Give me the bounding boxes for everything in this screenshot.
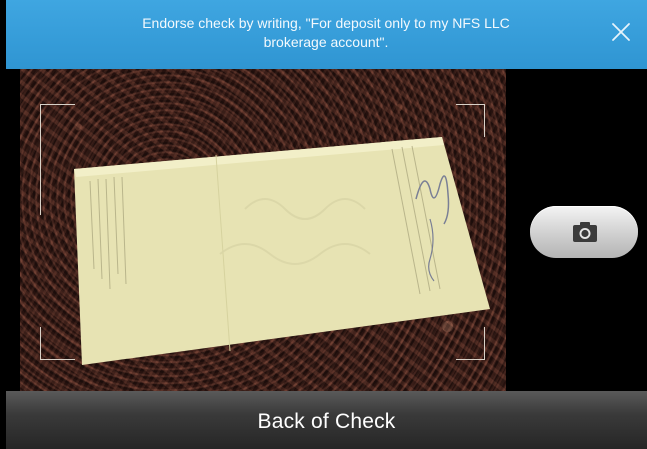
capture-button[interactable] (530, 206, 638, 258)
bottom-title-bar: Back of Check (6, 391, 647, 449)
camera-icon (573, 222, 597, 242)
page-title: Back of Check (257, 410, 396, 433)
instruction-banner: Endorse check by writing, "For deposit o… (6, 0, 647, 69)
instruction-text: Endorse check by writing, "For deposit o… (142, 15, 510, 50)
camera-viewfinder (20, 69, 506, 391)
frame-guide-top-right (456, 104, 485, 137)
close-icon[interactable] (609, 20, 633, 44)
frame-guide-bottom-right (456, 327, 485, 360)
frame-guide-top-left (40, 104, 75, 215)
camera-screen: Endorse check by writing, "For deposit o… (6, 0, 647, 449)
check-photo (74, 137, 490, 365)
frame-guide-bottom-left (40, 327, 75, 360)
